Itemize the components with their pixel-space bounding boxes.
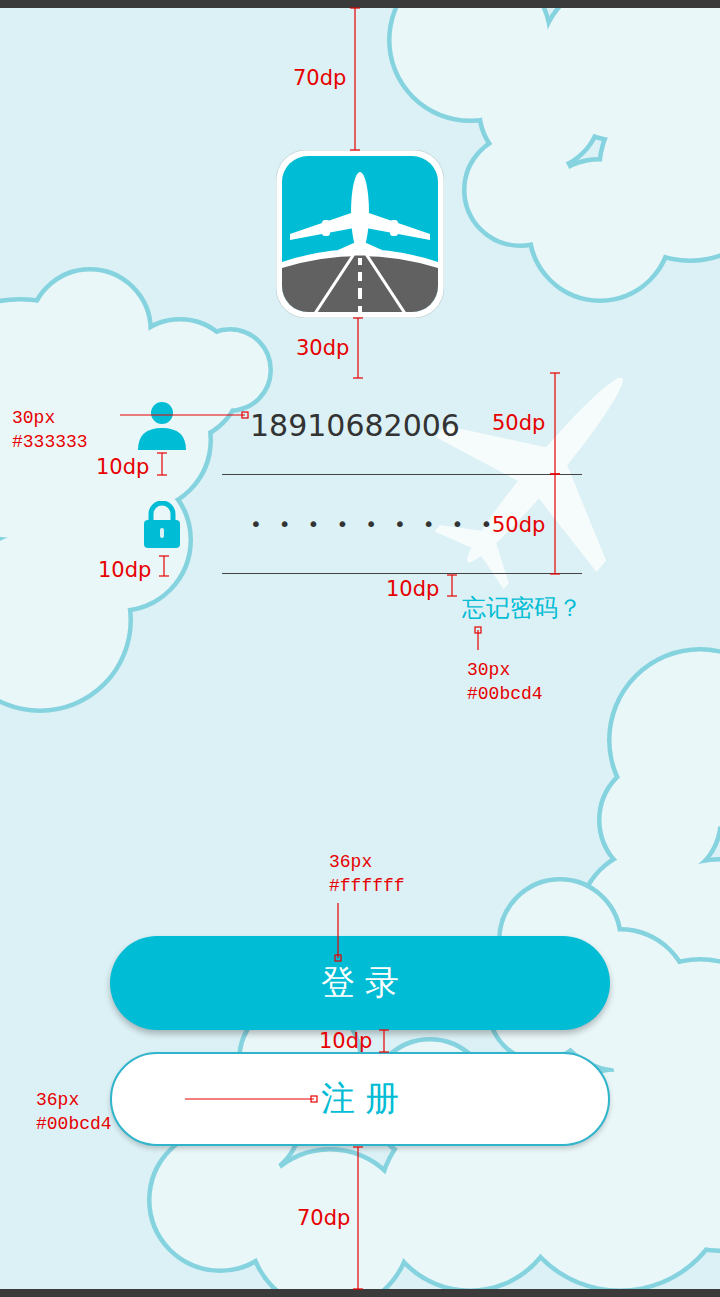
measure-line [550,373,560,474]
measure-line [379,1030,389,1052]
measure-line [447,575,457,596]
measure-line [353,1147,363,1289]
top-bar [0,0,720,8]
login-screen: 18910682006•••••••••忘记密码？登 录注 册70dp30dp3… [0,0,720,1297]
spec-note: 10dp [319,1029,372,1053]
measure-line [157,453,167,475]
username-field[interactable]: 18910682006 [222,376,582,475]
spec-note-line: 70dp [293,66,346,90]
username-value: 18910682006 [250,408,460,443]
login-content: 18910682006 ••••••••• 忘记密码？ 登 录注 册 [0,8,720,1289]
spec-note: 70dp [293,66,346,90]
lock-icon [142,501,182,549]
password-row: ••••••••• [0,475,720,574]
login-form: 18910682006 ••••••••• 忘记密码？ [0,376,720,624]
register-button[interactable]: 注 册 [110,1052,610,1146]
button-label: 注 册 [321,1076,400,1122]
button-group: 登 录注 册 [110,936,610,1289]
spec-note: 50dp [492,411,545,435]
spec-note-line: 36px [329,850,405,874]
measure-line [159,556,169,576]
spec-note-line: 70dp [297,1206,350,1230]
measure-line [550,474,560,574]
spec-note-line: #00bcd4 [36,1112,112,1136]
spec-note-line: #ffffff [329,874,405,898]
spec-note: 10dp [386,577,439,601]
pointer-line [475,627,481,650]
app-logo-icon [276,150,444,318]
spec-note-line: 36px [36,1088,112,1112]
spec-note-line: 10dp [96,455,149,479]
spec-note-line: 50dp [492,411,545,435]
spec-note: 70dp [297,1206,350,1230]
spec-note-line: 10dp [98,558,151,582]
spec-note-line: 10dp [386,577,439,601]
forgot-password-link[interactable]: 忘记密码？ [222,592,582,624]
username-row: 18910682006 [0,376,720,475]
pointer-line [120,412,248,418]
pointer-line [185,1096,317,1102]
spec-note-line: #00bcd4 [467,682,543,706]
spec-note: 30px#00bcd4 [467,658,543,706]
button-label: 登 录 [321,960,400,1006]
spec-note: 30px#333333 [12,406,88,454]
spec-note-line: 30px [467,658,543,682]
spec-note: 36px#ffffff [329,850,405,898]
password-value: ••••••••• [250,512,509,536]
password-field[interactable]: ••••••••• [222,475,582,574]
plane-watermark-icon [387,311,702,630]
spec-note: 10dp [96,455,149,479]
spec-note: 10dp [98,558,151,582]
measure-line [350,8,360,150]
spec-note: 30dp [296,336,349,360]
measure-line [353,318,363,378]
spec-note-line: #333333 [12,430,88,454]
bottom-bar [0,1289,720,1297]
spec-note-line: 10dp [319,1029,372,1053]
pointer-line [335,903,341,961]
login-button[interactable]: 登 录 [110,936,610,1030]
user-icon [136,400,188,452]
spec-note: 36px#00bcd4 [36,1088,112,1136]
spec-note-line: 30px [12,406,88,430]
spec-note-line: 30dp [296,336,349,360]
